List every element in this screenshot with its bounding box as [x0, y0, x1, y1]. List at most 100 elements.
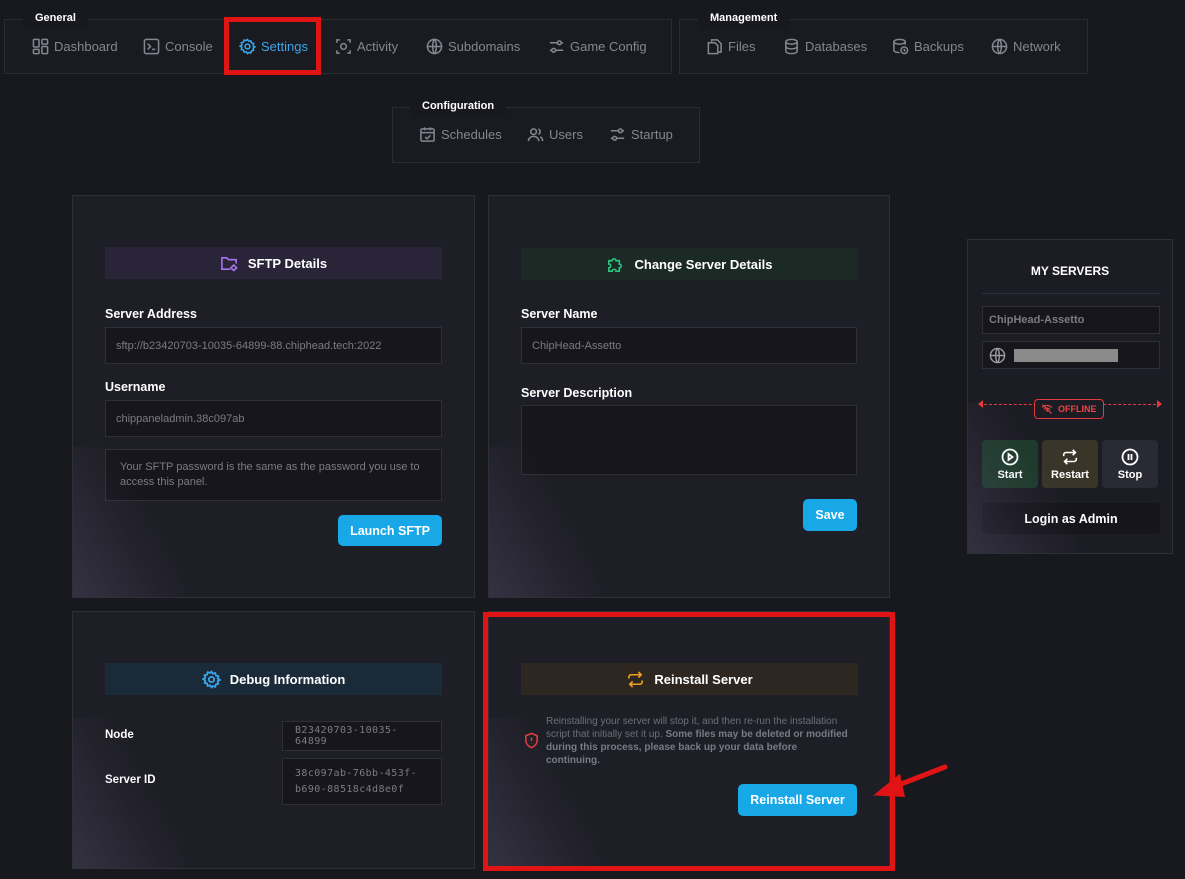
- debug-card-title: Debug Information: [229, 671, 346, 687]
- node-label: Node: [105, 729, 134, 741]
- start-button-label: Start: [997, 468, 1023, 481]
- nav-item-activity[interactable]: Activity: [335, 38, 398, 55]
- nav-label-startup: Startup: [631, 127, 673, 142]
- sftp-card: SFTP Details Server Address sftp://b2342…: [72, 195, 475, 598]
- my-servers-divider: [982, 293, 1160, 294]
- nav-label-schedules: Schedules: [441, 127, 502, 142]
- nav-group-general: General Dashboard Console Settings Activ…: [4, 8, 672, 74]
- stop-button[interactable]: Stop: [1102, 440, 1158, 488]
- stop-button-label: Stop: [1117, 468, 1143, 481]
- nav-item-users[interactable]: Users: [527, 126, 583, 143]
- backup-icon: [893, 38, 909, 55]
- reinstall-card-title: Reinstall Server: [654, 671, 753, 687]
- nav-item-backups[interactable]: Backups: [892, 38, 964, 55]
- reinstall-server-button[interactable]: Reinstall Server: [738, 784, 857, 816]
- server-selector[interactable]: ChipHead-Assetto: [982, 306, 1160, 334]
- files-icon: [707, 39, 722, 55]
- repeat-icon: [1062, 448, 1078, 465]
- nav-item-console[interactable]: Console: [143, 38, 213, 55]
- sftp-password-note-text: Your SFTP password is the same as the pa…: [120, 461, 420, 488]
- reinstall-card-header: Reinstall Server: [521, 663, 858, 695]
- restart-button-label: Restart: [1051, 468, 1089, 481]
- server-description-label: Server Description: [521, 386, 633, 400]
- status-line-right-cap: [1157, 400, 1162, 408]
- nav-label-users: Users: [549, 127, 583, 142]
- nav-item-dashboard[interactable]: Dashboard: [32, 38, 118, 55]
- restart-button[interactable]: Restart: [1042, 440, 1098, 488]
- folder-settings-icon: [220, 256, 238, 271]
- gear-icon: [201, 669, 221, 689]
- node-field: B23420703-10035-64899: [282, 721, 442, 751]
- nav-label-game-config: Game Config: [570, 39, 647, 54]
- server-selector-name: ChipHead-Assetto: [989, 314, 1085, 326]
- nav-item-databases[interactable]: Databases: [783, 38, 867, 55]
- nav-label-activity: Activity: [357, 39, 399, 54]
- server-details-title: Change Server Details: [634, 256, 773, 272]
- nav-label-dashboard: Dashboard: [54, 39, 118, 54]
- globe-icon: [426, 38, 443, 55]
- server-name-label: Server Name: [521, 307, 598, 321]
- nav-label-settings: Settings: [261, 39, 308, 54]
- server-description-input[interactable]: [521, 405, 857, 475]
- start-button[interactable]: Start: [982, 440, 1038, 488]
- pause-icon: [1121, 448, 1139, 465]
- username-field[interactable]: chippaneladmin.38c097ab: [105, 400, 442, 437]
- wifi-off-icon: [1041, 404, 1053, 414]
- nav-label-databases: Databases: [805, 39, 868, 54]
- nav-item-startup[interactable]: Startup: [609, 126, 673, 143]
- nav-item-schedules[interactable]: Schedules: [419, 126, 502, 143]
- server-address-display: [982, 341, 1160, 369]
- nav-item-network[interactable]: Network: [991, 38, 1061, 55]
- offline-badge: OFFLINE: [1034, 399, 1104, 419]
- nav-legend-general: General: [23, 8, 88, 30]
- globe-icon: [991, 38, 1008, 55]
- nav-label-subdomains: Subdomains: [448, 39, 521, 54]
- nav-group-configuration: Configuration Schedules Users Startup: [392, 96, 700, 163]
- nav-item-settings[interactable]: Settings: [239, 38, 308, 55]
- node-value: B23420703-10035-64899: [295, 725, 398, 747]
- username-label: Username: [105, 380, 166, 394]
- redacted-address: [1014, 348, 1118, 362]
- dashboard-icon: [32, 38, 49, 55]
- sftp-card-title: SFTP Details: [247, 255, 328, 271]
- nav-item-subdomains[interactable]: Subdomains: [426, 38, 520, 55]
- username-value: chippaneladmin.38c097ab: [116, 412, 245, 425]
- my-servers-panel: MY SERVERS ChipHead-Assetto OFFLINE Star…: [967, 239, 1173, 554]
- nav-label-files: Files: [728, 39, 756, 54]
- debug-card-header: Debug Information: [105, 663, 442, 695]
- reinstall-warning: Reinstalling your server will stop it, a…: [546, 715, 851, 767]
- my-servers-title: MY SERVERS: [1030, 264, 1110, 278]
- arrow-annotation-icon: [873, 764, 948, 797]
- server-address-label: Server Address: [105, 307, 197, 321]
- puzzle-icon: [608, 257, 623, 272]
- server-name-input[interactable]: ChipHead-Assetto: [521, 327, 857, 364]
- gear-icon: [239, 38, 256, 55]
- save-button[interactable]: Save: [803, 499, 857, 531]
- shield-alert-icon: [525, 732, 538, 749]
- nav-item-game-config[interactable]: Game Config: [548, 38, 647, 55]
- nav-label-network: Network: [1013, 39, 1061, 54]
- sliders-icon: [610, 128, 625, 141]
- launch-sftp-button[interactable]: Launch SFTP: [338, 515, 442, 546]
- play-icon: [1001, 448, 1019, 465]
- reinstall-card: Reinstall Server Reinstalling your serve…: [488, 611, 890, 869]
- calendar-icon: [420, 127, 435, 142]
- users-icon: [527, 128, 544, 142]
- nav-group-management: Management Files Databases Backups Netwo…: [679, 8, 1088, 74]
- server-address-value: sftp://b23420703-10035-64899-88.chiphead…: [116, 339, 382, 352]
- server-id-value: 38c097ab-76bb-453f-b690-88518c4d8e0f: [295, 767, 417, 795]
- activity-icon: [336, 39, 351, 54]
- nav-label-backups: Backups: [914, 39, 964, 54]
- nav-legend-management: Management: [698, 8, 790, 30]
- console-icon: [143, 38, 160, 55]
- sftp-password-note: Your SFTP password is the same as the pa…: [105, 449, 442, 501]
- nav-item-files[interactable]: Files: [706, 38, 755, 55]
- nav-legend-configuration: Configuration: [410, 96, 507, 118]
- server-id-field: 38c097ab-76bb-453f-b690-88518c4d8e0f: [282, 758, 442, 805]
- sftp-card-header: SFTP Details: [105, 247, 442, 279]
- server-details-card: Change Server Details Server Name ChipHe…: [488, 195, 890, 598]
- login-as-admin-button[interactable]: Login as Admin: [982, 503, 1160, 534]
- server-address-field[interactable]: sftp://b23420703-10035-64899-88.chiphead…: [105, 327, 442, 364]
- server-id-label: Server ID: [105, 774, 156, 786]
- server-details-header: Change Server Details: [521, 248, 858, 280]
